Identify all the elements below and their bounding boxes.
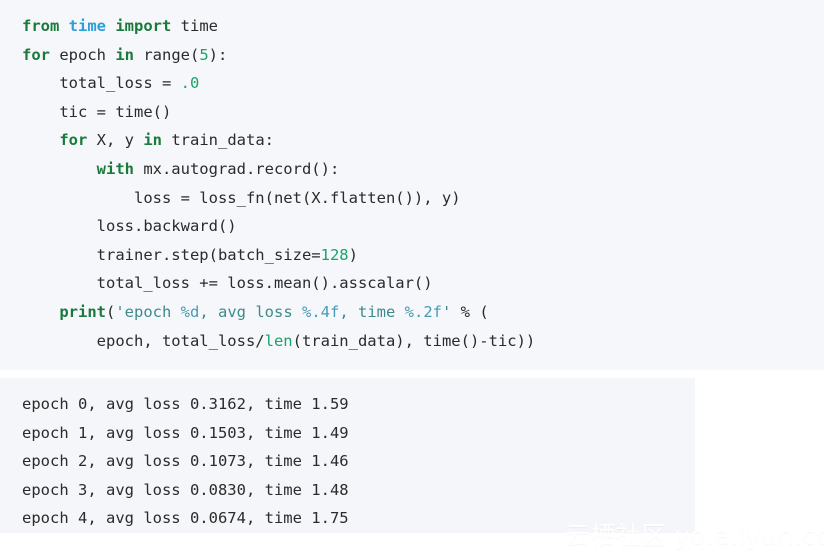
output-line: epoch 3, avg loss 0.0830, time 1.48 [22, 480, 349, 499]
output-line: epoch 0, avg loss 0.3162, time 1.59 [22, 395, 349, 413]
code-token: mx.autograd.record(): [133, 159, 340, 178]
code-token: 5 [199, 45, 209, 64]
code-token: , avg loss [199, 302, 302, 321]
code-token: in [143, 131, 162, 150]
code-token: epoch [50, 45, 116, 64]
code-token: time [171, 17, 219, 35]
code-token: , time [339, 302, 405, 321]
code-line: for epoch in range(5): [22, 41, 824, 70]
code-token: %.2f [404, 302, 442, 321]
code-token: tic = time() [22, 102, 172, 121]
code-token: X, y [87, 131, 144, 150]
code-token: 128 [320, 245, 349, 264]
code-line: print('epoch %d, avg loss %.4f, time %.2… [22, 298, 824, 327]
output-line: epoch 2, avg loss 0.1073, time 1.46 [22, 452, 349, 471]
code-token: import [115, 17, 172, 35]
code-token: time [68, 17, 106, 35]
code-token: % ( [451, 302, 489, 321]
code-token: total_loss += loss.mean().asscalar() [22, 274, 433, 293]
code-token: len [264, 331, 293, 350]
code-line: for X, y in train_data: [22, 126, 824, 155]
output-lines: epoch 0, avg loss 0.3162, time 1.59 epoch… [22, 390, 695, 533]
code-token: ): [208, 45, 228, 64]
code-token: in [115, 45, 134, 64]
output-line: epoch 4, avg loss 0.0674, time 1.75 [22, 509, 349, 528]
code-line: total_loss += loss.mean().asscalar() [22, 269, 824, 298]
code-line: trainer.step(batch_size=128) [22, 241, 824, 270]
output-cell: epoch 0, avg loss 0.3162, time 1.59 epoch… [0, 378, 695, 533]
code-line: epoch, total_loss/len(train_data), time(… [22, 327, 824, 356]
code-token: epoch, total_loss/ [22, 331, 265, 350]
code-token: total_loss = [22, 74, 181, 93]
code-token: loss.backward() [22, 217, 237, 236]
code-line: with mx.autograd.record(): [22, 155, 824, 184]
code-line: tic = time() [22, 98, 824, 127]
code-cell: from time import time for epoch in range(… [0, 0, 824, 370]
code-token: range( [134, 45, 200, 64]
code-token: for [59, 131, 88, 150]
output-line: epoch 1, avg loss 0.1503, time 1.49 [22, 423, 349, 442]
code-token: ) [348, 245, 358, 264]
code-token: 'epoch [115, 302, 181, 321]
code-token: .0 [180, 74, 200, 93]
watermark-url: yq.aliyun.com [674, 521, 824, 550]
code-token: %d [180, 302, 200, 321]
code-token: loss = loss_fn(net(X.flatten()), y) [22, 188, 461, 207]
code-token: for [22, 45, 50, 64]
code-token: from [22, 17, 60, 35]
code-line: total_loss = .0 [22, 69, 824, 98]
code-token: ' [441, 302, 452, 321]
code-token: ( [106, 302, 116, 321]
code-line: loss.backward() [22, 212, 824, 241]
code-line: loss = loss_fn(net(X.flatten()), y) [22, 184, 824, 213]
code-token: print [59, 302, 106, 321]
code-token: trainer.step(batch_size= [22, 245, 321, 264]
code-token: with [96, 159, 134, 178]
code-line: from time import time [22, 12, 824, 41]
code-lines: from time import time for epoch in range(… [22, 12, 824, 355]
code-token: (train_data), time()-tic)) [292, 331, 536, 350]
code-token: train_data: [162, 131, 274, 150]
code-token: %.4f [302, 302, 340, 321]
